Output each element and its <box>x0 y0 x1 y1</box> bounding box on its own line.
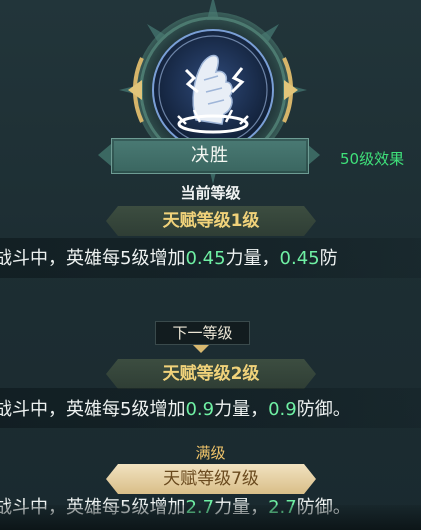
next-level-ribbon: 天赋等级2级 <box>106 359 316 389</box>
current-level-description: 战斗中，英雄每5级增加0.45力量，0.45防 <box>0 244 338 270</box>
strength-value: 0.45 <box>185 248 226 269</box>
talent-name: 决胜 <box>191 145 229 166</box>
talent-name-plate: 决胜 <box>111 138 309 174</box>
next-level-heading: 下一等级 <box>155 321 250 345</box>
level-50-effect-link[interactable]: 50级效果 <box>340 148 404 169</box>
down-arrow-icon <box>193 345 209 353</box>
desc-text: 战斗中，英雄每5级增加 <box>0 248 186 269</box>
next-level-label: 天赋等级2级 <box>162 364 260 384</box>
bottom-fade <box>0 505 421 530</box>
current-level-label: 天赋等级1级 <box>162 211 260 231</box>
strength-value: 0.9 <box>185 399 215 420</box>
defense-value: 0.9 <box>268 399 297 420</box>
desc-text: 战斗中，英雄每5级增加 <box>0 399 186 420</box>
max-level-label: 天赋等级7级 <box>163 469 259 489</box>
defense-label: 防御。 <box>296 399 351 420</box>
next-level-description: 战斗中，英雄每5级增加0.9力量，0.9防御。 <box>0 395 351 421</box>
current-level-heading: 当前等级 <box>180 184 241 202</box>
nameplate-left-ear <box>98 144 111 166</box>
current-level-ribbon: 天赋等级1级 <box>106 206 316 236</box>
strength-label: 力量， <box>214 399 269 420</box>
defense-label: 防 <box>319 248 338 269</box>
defense-value: 0.45 <box>279 248 320 269</box>
max-level-ribbon: 天赋等级7级 <box>106 464 316 494</box>
strength-label: 力量， <box>225 248 280 269</box>
max-level-heading: 满级 <box>195 444 226 462</box>
